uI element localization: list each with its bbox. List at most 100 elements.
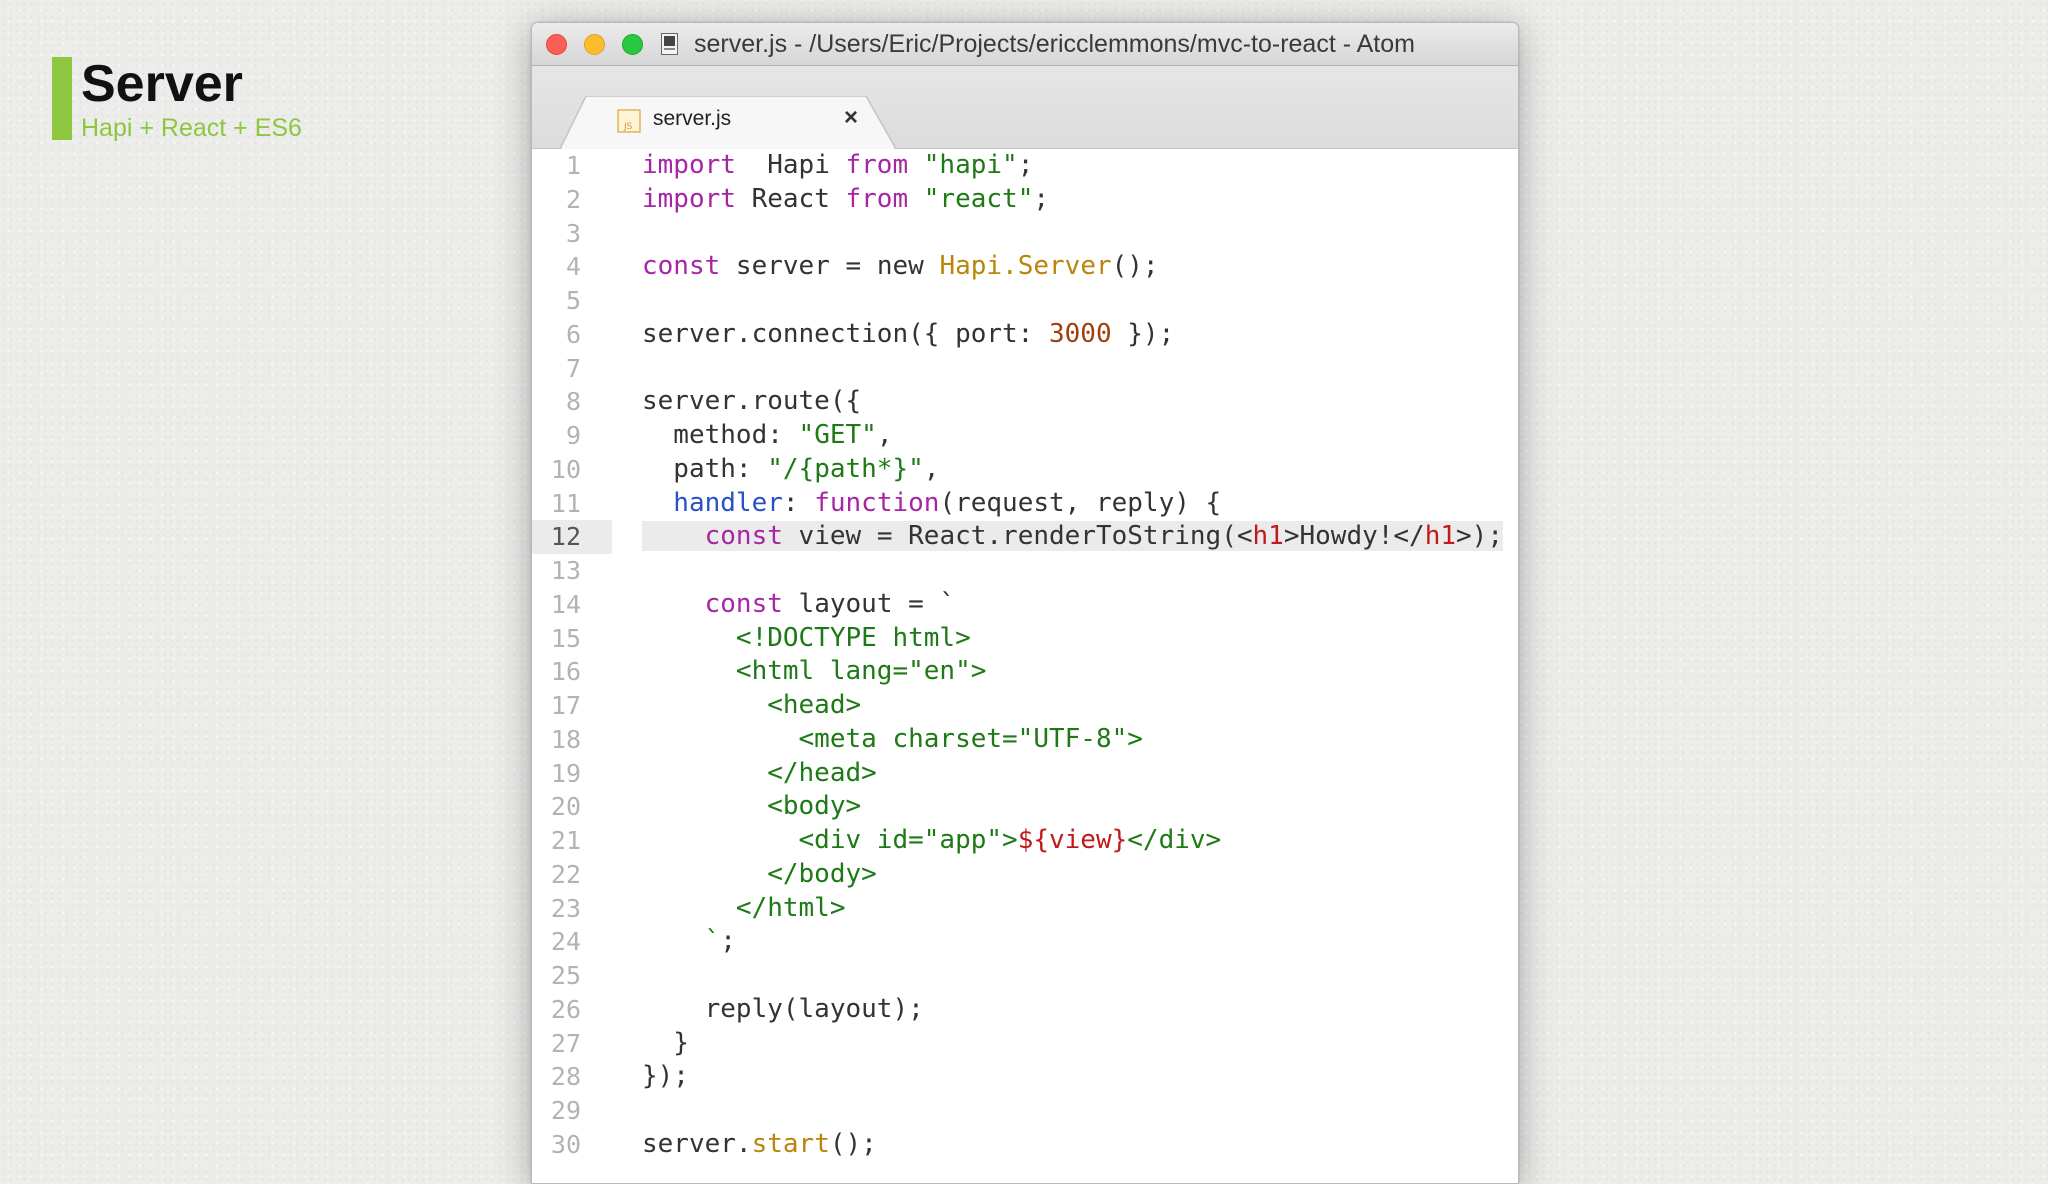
code-token: : bbox=[782, 487, 815, 518]
code-token: from bbox=[845, 150, 909, 180]
editor-pane[interactable]: 1 2 3 4 5 6 7 8 9 10 11 12 13 14 15 16 17 18 19 20 21 22 23 24 2… bbox=[532, 149, 1518, 1183]
code-line[interactable]: `; bbox=[612, 925, 1518, 959]
line-number: 29 bbox=[550, 1096, 581, 1125]
code-line[interactable]: path: "/{path*}", bbox=[612, 453, 1518, 487]
code-token: const bbox=[704, 521, 783, 552]
line-number: 11 bbox=[550, 488, 581, 518]
code-token: Hapi.Server bbox=[939, 251, 1112, 282]
code-line[interactable]: </body> bbox=[612, 858, 1518, 892]
code-token: "GET" bbox=[798, 420, 877, 450]
code-token: "hapi" bbox=[923, 150, 1018, 180]
atom-editor-window: server.js - /Users/Eric/Projects/ericcle… bbox=[531, 22, 1519, 1184]
code-token: server.route({ bbox=[642, 386, 862, 417]
code-line[interactable]: server.route({ bbox=[612, 385, 1518, 419]
code-line[interactable] bbox=[612, 1094, 1518, 1128]
code-line[interactable]: <!DOCTYPE html> bbox=[612, 622, 1518, 656]
code-token: path: bbox=[642, 453, 768, 484]
line-number: 15 bbox=[550, 623, 581, 653]
code-line[interactable]: </html> bbox=[612, 892, 1518, 926]
code-token: 3000 bbox=[1049, 318, 1112, 349]
code-line[interactable]: server.start(); bbox=[612, 1128, 1518, 1162]
code-line[interactable]: }); bbox=[612, 1060, 1518, 1094]
code-token: view = React.renderToString(< bbox=[782, 521, 1253, 552]
title-bar[interactable]: server.js - /Users/Eric/Projects/ericcle… bbox=[532, 23, 1518, 66]
code-token: <html lang="en"> bbox=[642, 656, 987, 687]
code-token: }); bbox=[642, 1061, 689, 1092]
accent-bar bbox=[52, 57, 72, 140]
code-line[interactable]: import Hapi from "hapi"; bbox=[612, 149, 1518, 183]
zoom-window-button[interactable] bbox=[622, 34, 643, 55]
code-token: const bbox=[704, 588, 783, 619]
line-number: 26 bbox=[550, 994, 581, 1024]
code-line[interactable] bbox=[612, 554, 1518, 588]
line-number: 1 bbox=[565, 151, 581, 180]
code-line[interactable]: </head> bbox=[612, 757, 1518, 791]
code-line[interactable] bbox=[612, 217, 1518, 251]
line-number: 30 bbox=[550, 1129, 581, 1159]
code-token: >Howdy!</ bbox=[1283, 521, 1425, 552]
line-number-gutter: 1 2 3 4 5 6 7 8 9 10 11 12 13 14 15 16 17 18 19 20 21 22 23 24 2… bbox=[532, 149, 612, 1183]
code-token: </head> bbox=[642, 757, 877, 788]
code-token: Hapi bbox=[735, 150, 846, 180]
line-number: 13 bbox=[550, 556, 581, 585]
line-number: 19 bbox=[550, 758, 581, 788]
code-token: <!DOCTYPE html> bbox=[642, 622, 971, 653]
code-line[interactable]: handler: function(request, reply) { bbox=[612, 487, 1518, 521]
code-line[interactable]: reply(layout); bbox=[612, 993, 1518, 1027]
code-line[interactable]: server.connection({ port: 3000 }); bbox=[612, 318, 1518, 352]
code-token: >); bbox=[1456, 521, 1503, 552]
code-line[interactable]: <body> bbox=[612, 790, 1518, 824]
code-line[interactable]: const view = React.renderToString(< h1>Ho… bbox=[612, 520, 1518, 554]
tab-close-icon[interactable]: × bbox=[839, 104, 863, 132]
code-line[interactable]: <html lang="en"> bbox=[612, 655, 1518, 689]
js-file-icon: JS bbox=[617, 109, 641, 133]
code-token: }); bbox=[1111, 318, 1175, 349]
code-token: ; bbox=[1033, 183, 1050, 214]
code-token: (); bbox=[1111, 251, 1159, 282]
code-line[interactable]: const layout = ` bbox=[612, 588, 1518, 622]
code-token: </div> bbox=[1127, 825, 1222, 855]
code-token: , bbox=[876, 420, 893, 450]
code-token: reply(layout); bbox=[642, 993, 924, 1024]
code-area[interactable]: import Hapi from "hapi"; import React fro… bbox=[612, 149, 1518, 1183]
code-line[interactable]: } bbox=[612, 1027, 1518, 1061]
code-token: import bbox=[642, 150, 736, 180]
code-token: handler bbox=[642, 487, 783, 518]
code-line[interactable]: <div id="app">${view}</div> bbox=[612, 824, 1518, 858]
code-token: </html> bbox=[642, 892, 846, 923]
code-token: , bbox=[923, 453, 940, 484]
code-line[interactable]: const server = new Hapi.Server(); bbox=[612, 250, 1518, 284]
line-number: 24 bbox=[550, 927, 581, 957]
code-line[interactable] bbox=[612, 959, 1518, 993]
code-token: h1 bbox=[1424, 521, 1457, 552]
code-line[interactable]: <head> bbox=[612, 689, 1518, 723]
line-number: 22 bbox=[550, 859, 581, 889]
code-token: <head> bbox=[642, 690, 862, 720]
code-token: React bbox=[735, 183, 846, 214]
code-token: method: bbox=[642, 420, 799, 450]
line-number: 4 bbox=[565, 252, 581, 282]
line-number: 7 bbox=[565, 353, 581, 383]
code-line[interactable] bbox=[612, 284, 1518, 318]
code-token: </body> bbox=[642, 858, 877, 889]
code-line[interactable]: <meta charset="UTF-8"> bbox=[612, 723, 1518, 757]
minimize-window-button[interactable] bbox=[584, 34, 605, 55]
code-line[interactable] bbox=[612, 352, 1518, 386]
line-number: 23 bbox=[550, 893, 581, 923]
code-token: server = new bbox=[720, 251, 940, 282]
code-token: ; bbox=[720, 926, 736, 957]
line-number: 6 bbox=[565, 319, 581, 349]
code-line[interactable]: import React from "react"; bbox=[612, 183, 1518, 217]
code-token: (); bbox=[829, 1128, 877, 1159]
line-number: 18 bbox=[550, 724, 581, 754]
code-line[interactable]: method: "GET", bbox=[612, 419, 1518, 453]
tab-label: server.js bbox=[653, 107, 732, 130]
code-token: ; bbox=[1017, 150, 1034, 180]
code-token: server.connection({ port: bbox=[642, 318, 1049, 349]
code-token: function bbox=[814, 487, 940, 518]
close-window-button[interactable] bbox=[546, 34, 567, 55]
line-number: 21 bbox=[550, 826, 581, 855]
tab-server-js[interactable]: JS server.js × bbox=[560, 96, 896, 149]
